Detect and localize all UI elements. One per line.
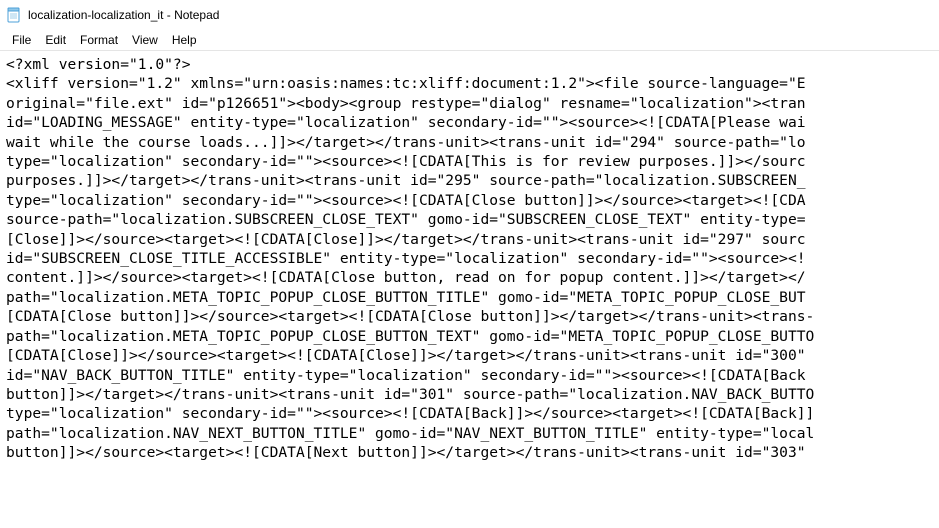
text-editor-area[interactable]: <?xml version="1.0"?> <xliff version="1.… xyxy=(0,51,939,463)
menu-bar: File Edit Format View Help xyxy=(0,30,939,50)
menu-file[interactable]: File xyxy=(6,31,37,49)
notepad-icon xyxy=(6,7,22,23)
window-title: localization-localization_it - Notepad xyxy=(28,8,219,22)
title-bar[interactable]: localization-localization_it - Notepad xyxy=(0,0,939,30)
menu-help[interactable]: Help xyxy=(166,31,203,49)
menu-edit[interactable]: Edit xyxy=(39,31,72,49)
menu-view[interactable]: View xyxy=(126,31,164,49)
menu-format[interactable]: Format xyxy=(74,31,124,49)
